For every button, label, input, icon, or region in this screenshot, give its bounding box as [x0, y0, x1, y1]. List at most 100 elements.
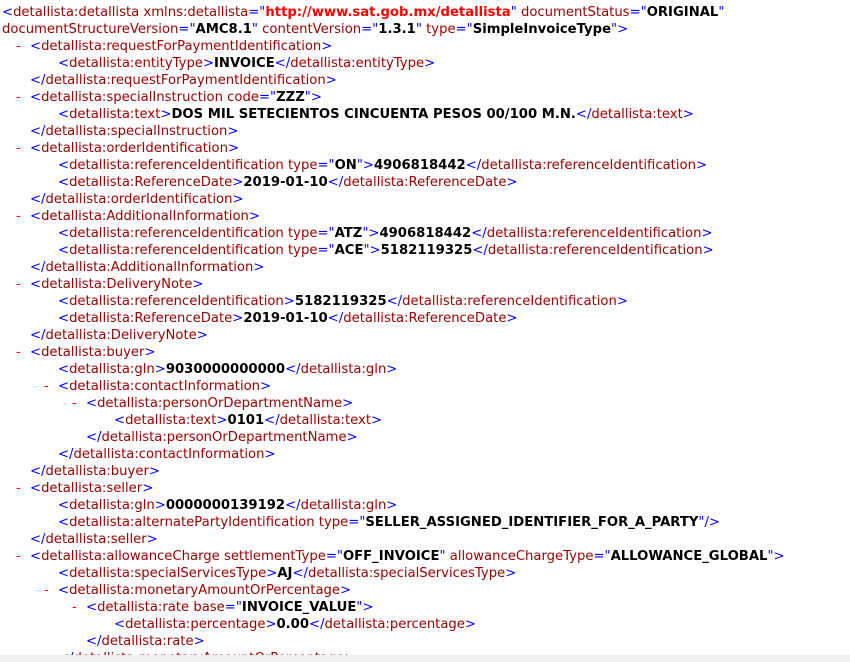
xml-line: <detallista:buyer> [30, 344, 156, 361]
collapse-toggle[interactable]: - [16, 208, 21, 225]
xml-tag-name: detallista:ReferenceDate [69, 175, 233, 190]
xml-attribute-value: AMC8.1 [195, 22, 252, 37]
xml-punctuation: </ [471, 226, 487, 241]
xml-tag-name: detallista:percentage [125, 617, 266, 632]
xml-tag-name: detallista:rate [97, 600, 190, 615]
collapse-toggle[interactable]: - [44, 378, 49, 395]
xml-punctuation: < [30, 90, 42, 105]
xml-attribute-value: ORIGINAL [646, 5, 719, 20]
xml-line: <detallista:monetaryAmountOrPercentage> [58, 582, 351, 599]
xml-attribute-value: ACE [334, 243, 364, 258]
xml-line: <detallista:referenceIdentification type… [58, 225, 713, 242]
xml-text-value: 5182119325 [380, 243, 473, 258]
xml-punctuation: < [58, 498, 70, 513]
xml-text-value: 0101 [227, 413, 265, 428]
xml-tag-name: detallista:seller [45, 532, 147, 547]
xml-line: <detallista:contactInformation> [58, 378, 271, 395]
xml-punctuation: > [228, 141, 240, 156]
xml-punctuation: </ [285, 362, 301, 377]
xml-punctuation: < [58, 583, 70, 598]
xml-punctuation: </ [30, 260, 46, 275]
xml-line: </detallista:buyer> [30, 463, 160, 480]
xml-punctuation: </ [58, 447, 74, 462]
xml-line: </detallista:contactInformation> [58, 446, 276, 463]
collapse-toggle[interactable]: - [72, 599, 77, 616]
xml-tag-name: detallista:contactInformation [69, 379, 261, 394]
xml-tag-name: detallista:entityType [69, 56, 203, 71]
horizontal-scrollbar[interactable] [0, 655, 850, 662]
xml-attribute-name: type [314, 515, 349, 530]
xml-tag-name: detallista:referenceIdentification [402, 294, 617, 309]
collapse-toggle[interactable]: - [16, 89, 21, 106]
xml-punctuation: > [265, 617, 277, 632]
xml-punctuation: > [340, 583, 352, 598]
xml-line: <detallista:entityType>INVOICE</detallis… [58, 55, 435, 72]
xml-text-value: 2019-01-10 [243, 175, 328, 190]
xml-punctuation: > [266, 566, 278, 581]
xml-tag-name: detallista:personOrDepartmentName [101, 430, 347, 445]
xml-line: <detallista:gln>0000000139192</detallist… [58, 497, 397, 514]
xml-line: </detallista:orderIdentification> [30, 191, 244, 208]
xml-line: <detallista:DeliveryNote> [30, 276, 203, 293]
xml-text-value: 2019-01-10 [243, 311, 328, 326]
xml-tag-name: detallista:referenceIdentification [69, 158, 284, 173]
xml-punctuation: "> [363, 243, 381, 258]
xml-tag-name: detallista:buyer [41, 345, 145, 360]
xml-line: <detallista:allowanceCharge settlementTy… [30, 548, 785, 565]
xml-tag-name: detallista:referenceIdentification [69, 226, 284, 241]
xml-punctuation: </ [274, 56, 291, 71]
xml-text-value: 9030000000000 [165, 362, 286, 377]
xml-punctuation: </ [30, 124, 46, 139]
xml-line: <detallista:personOrDepartmentName> [86, 395, 353, 412]
xml-punctuation: </ [292, 566, 308, 581]
xml-punctuation: > [193, 634, 205, 649]
xml-punctuation: </ [285, 498, 301, 513]
xml-tag-name: detallista:referenceIdentification [69, 243, 284, 258]
xml-line: <detallista:rate base="INVOICE_VALUE"> [86, 599, 374, 616]
xml-punctuation: > [464, 617, 476, 632]
xml-punctuation: > [227, 124, 239, 139]
xml-punctuation: =" [248, 5, 266, 20]
collapse-toggle[interactable]: - [16, 140, 21, 157]
xml-punctuation: > [702, 243, 714, 258]
xml-punctuation: "/> [698, 515, 720, 530]
xml-punctuation: > [160, 107, 172, 122]
collapse-toggle[interactable]: - [16, 276, 21, 293]
xml-punctuation: > [232, 311, 244, 326]
xml-tag-name: detallista:text [591, 107, 683, 122]
xml-punctuation: > [505, 566, 517, 581]
collapse-toggle[interactable]: - [72, 395, 77, 412]
xml-tag-name: detallista:requestForPaymentIdentificati… [45, 73, 326, 88]
xml-punctuation: < [58, 158, 70, 173]
xml-tag-name: detallista:ReferenceDate [343, 311, 507, 326]
xml-attribute-value: 1.3.1 [378, 22, 416, 37]
xml-punctuation: < [58, 566, 70, 581]
collapse-toggle[interactable]: - [44, 582, 49, 599]
xml-namespace-url: http://www.sat.gob.mx/detallista [265, 5, 511, 20]
xml-punctuation: > [506, 311, 518, 326]
xml-tag-name: detallista:specialServicesType [307, 566, 506, 581]
xml-punctuation: > [253, 260, 265, 275]
collapse-toggle[interactable]: - [16, 38, 21, 55]
xml-line: <detallista:specialServicesType>AJ</deta… [58, 565, 516, 582]
xml-tag-name: detallista:text [69, 107, 161, 122]
collapse-toggle[interactable]: - [16, 480, 21, 497]
xml-punctuation: "> [356, 158, 374, 173]
xml-line: <detallista:alternatePartyIdentification… [58, 514, 720, 531]
xml-punctuation: </ [30, 328, 46, 343]
xml-attribute-value: OFF_INVOICE [342, 549, 440, 564]
xml-attribute-value: ALLOWANCE_GLOBAL [610, 549, 768, 564]
xml-punctuation: > [342, 396, 354, 411]
xml-punctuation: </ [30, 192, 46, 207]
xml-punctuation: </ [386, 294, 403, 309]
xml-text-value: DOS MIL SETECIENTOS CINCUENTA PESOS 00/1… [171, 107, 576, 122]
xml-punctuation: > [216, 413, 228, 428]
xml-punctuation: > [371, 413, 383, 428]
xml-line: <detallista:text>DOS MIL SETECIENTOS CIN… [58, 106, 694, 123]
xml-tag-name: detallista:orderIdentification [45, 192, 233, 207]
xml-tag-name: detallista:gln [300, 362, 387, 377]
xml-punctuation: "> [767, 549, 785, 564]
collapse-toggle[interactable]: - [16, 548, 21, 565]
collapse-toggle[interactable]: - [16, 344, 21, 361]
xml-punctuation: > [146, 532, 158, 547]
